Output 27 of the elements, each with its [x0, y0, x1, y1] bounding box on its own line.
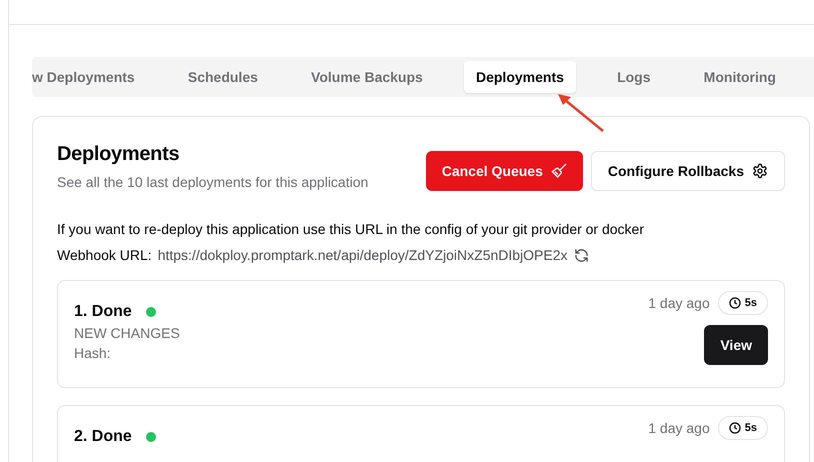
settings-icon	[752, 163, 768, 179]
deployment-time: 1 day ago	[648, 420, 710, 436]
instructions-text: If you want to re-deploy this application use this URL in the config of your git provider or docker	[57, 221, 646, 237]
refresh-icon[interactable]	[574, 248, 589, 262]
commit-message: NEW CHANGES	[74, 325, 180, 341]
view-button[interactable]: View	[704, 325, 768, 365]
tab[interactable]: w Deployments	[32, 61, 147, 93]
panel-title: Deployments	[57, 143, 180, 166]
broom-icon	[550, 163, 567, 179]
tab[interactable]: Deployments	[464, 61, 576, 93]
tab[interactable]: Schedules	[176, 61, 270, 93]
tab[interactable]: Volume Backups	[299, 61, 435, 93]
deployment-title: 1. Done	[74, 303, 132, 321]
duration-badge: 5s	[718, 291, 768, 315]
cancel-queues-button[interactable]: Cancel Queues	[426, 151, 583, 191]
deployment-title: 2. Done	[74, 428, 132, 446]
hash-label: Hash:	[74, 345, 112, 361]
deployment-time: 1 day ago	[648, 295, 710, 311]
panel-subtitle: See all the 10 last deployments for this application	[57, 174, 368, 190]
clock-icon	[728, 297, 741, 309]
duration-badge: 5s	[718, 416, 768, 440]
webhook-label: Webhook URL:	[57, 247, 152, 263]
webhook-url: https://dokploy.promptark.net/api/deploy/ZdYZjoiNxZ5nDIbjOPE2x	[158, 247, 568, 263]
configure-rollbacks-button[interactable]: Configure Rollbacks	[590, 151, 785, 191]
tab[interactable]: Monitoring	[692, 61, 788, 93]
tab[interactable]: Logs	[605, 61, 663, 93]
clock-icon	[728, 422, 741, 434]
